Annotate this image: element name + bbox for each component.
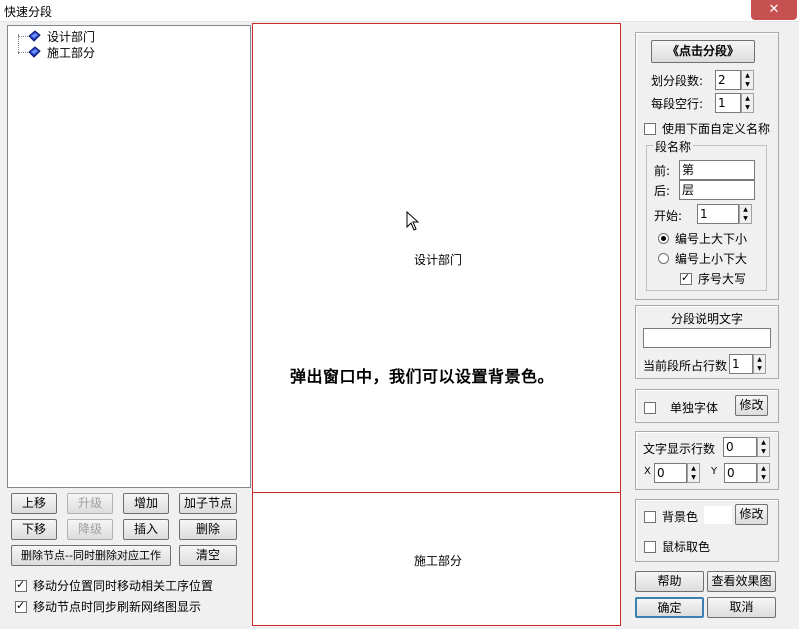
promote-button[interactable]: 升级 bbox=[67, 493, 113, 514]
rows-input[interactable]: 1 bbox=[729, 354, 753, 374]
checkbox-box[interactable] bbox=[644, 122, 656, 135]
checkbox-box[interactable] bbox=[15, 599, 27, 613]
checkbox-box[interactable] bbox=[644, 510, 656, 523]
demote-button[interactable]: 降级 bbox=[67, 519, 113, 540]
tree-node-label: 施工部分 bbox=[47, 45, 96, 60]
description-title: 分段说明文字 bbox=[671, 312, 744, 326]
modify-background-button[interactable]: 修改 bbox=[735, 504, 768, 525]
y-offset-input[interactable]: 0 bbox=[724, 463, 757, 483]
caption-overlay: 弹出窗口中，我们可以设置背景色。 bbox=[290, 367, 555, 386]
clear-button[interactable]: 清空 bbox=[179, 545, 237, 566]
prefix-input[interactable]: 第 bbox=[679, 160, 755, 180]
text-rows-spinner[interactable]: ▲ ▼ bbox=[757, 437, 770, 457]
x-offset-input[interactable]: 0 bbox=[654, 463, 687, 483]
refresh-sync-checkbox[interactable]: 移动节点时同步刷新网络图显示 bbox=[15, 598, 201, 615]
checkbox-label: 移动分位置同时移动相关工序位置 bbox=[33, 579, 214, 593]
tree-node-design[interactable]: 设计部门 bbox=[28, 28, 95, 44]
checkbox-label: 背景色 bbox=[662, 510, 699, 524]
modify-font-button[interactable]: 修改 bbox=[735, 395, 768, 416]
title-bar: 快速分段 ✕ bbox=[0, 0, 799, 22]
radio-label: 编号上大下小 bbox=[675, 232, 748, 246]
move-up-button[interactable]: 上移 bbox=[11, 493, 57, 514]
suffix-input[interactable]: 层 bbox=[679, 180, 755, 200]
tree-node-construction[interactable]: 施工部分 bbox=[28, 44, 95, 60]
delete-button[interactable]: 删除 bbox=[179, 519, 237, 540]
suffix-label: 后: bbox=[654, 184, 671, 198]
y-label: Y bbox=[711, 466, 718, 477]
blank-rows-label: 每段空行: bbox=[651, 97, 704, 111]
start-label: 开始: bbox=[654, 209, 683, 223]
start-spinner[interactable]: ▲ ▼ bbox=[739, 204, 752, 224]
numbering-top-small-radio[interactable]: 编号上小下大 bbox=[658, 250, 747, 267]
mouse-cursor-icon bbox=[406, 210, 420, 234]
close-button[interactable]: ✕ bbox=[751, 0, 797, 20]
checkbox-box[interactable] bbox=[644, 540, 656, 553]
insert-button[interactable]: 插入 bbox=[123, 519, 169, 540]
background-color-checkbox[interactable]: 背景色 bbox=[644, 508, 698, 525]
rows-label: 当前段所占行数 bbox=[643, 359, 728, 373]
window-title: 快速分段 bbox=[4, 5, 53, 19]
add-child-button[interactable]: 加子节点 bbox=[179, 493, 237, 514]
x-offset-spinner[interactable]: ▲ ▼ bbox=[687, 463, 700, 483]
book-icon bbox=[28, 30, 41, 42]
seg-count-spinner[interactable]: ▲ ▼ bbox=[741, 70, 754, 90]
start-input[interactable]: 1 bbox=[697, 204, 739, 224]
checkbox-box[interactable] bbox=[680, 271, 692, 285]
text-rows-label: 文字显示行数 bbox=[643, 442, 716, 456]
segment2-label: 施工部分 bbox=[414, 554, 463, 568]
checkbox-label: 鼠标取色 bbox=[662, 540, 711, 554]
blank-rows-input[interactable]: 1 bbox=[715, 93, 741, 113]
checkbox-label: 移动节点时同步刷新网络图显示 bbox=[33, 600, 202, 614]
y-offset-spinner[interactable]: ▲ ▼ bbox=[757, 463, 770, 483]
mouse-pick-color-checkbox[interactable]: 鼠标取色 bbox=[644, 538, 710, 555]
ok-button[interactable]: 确定 bbox=[635, 597, 704, 618]
cancel-button[interactable]: 取消 bbox=[707, 597, 776, 618]
use-custom-name-checkbox[interactable]: 使用下面自定义名称 bbox=[644, 120, 770, 137]
move-sync-checkbox[interactable]: 移动分位置同时移动相关工序位置 bbox=[15, 577, 213, 594]
separate-font-checkbox[interactable]: 单独字体 bbox=[644, 399, 718, 416]
book-icon bbox=[28, 46, 41, 58]
tree-connector bbox=[18, 34, 19, 54]
background-color-swatch[interactable] bbox=[704, 506, 732, 524]
segment1-label: 设计部门 bbox=[414, 253, 463, 267]
segment-tree[interactable]: 设计部门 施工部分 bbox=[7, 25, 251, 488]
rows-spinner[interactable]: ▲ ▼ bbox=[753, 354, 766, 374]
x-label: X bbox=[644, 466, 651, 477]
preview-button[interactable]: 查看效果图 bbox=[707, 571, 776, 592]
numbering-top-big-radio[interactable]: 编号上大下小 bbox=[658, 230, 747, 247]
group-legend: 段名称 bbox=[653, 138, 694, 155]
add-button[interactable]: 增加 bbox=[123, 493, 169, 514]
tree-node-label: 设计部门 bbox=[47, 29, 96, 44]
checkbox-box[interactable] bbox=[644, 401, 656, 414]
checkbox-box[interactable] bbox=[15, 578, 27, 592]
tree-connector bbox=[18, 52, 28, 53]
seg-count-input[interactable]: 2 bbox=[715, 70, 741, 90]
description-input[interactable] bbox=[643, 328, 771, 348]
help-button[interactable]: 帮助 bbox=[635, 571, 704, 592]
delete-node-sync-button[interactable]: 删除节点--同时删除对应工作 bbox=[11, 545, 171, 566]
move-down-button[interactable]: 下移 bbox=[11, 519, 57, 540]
text-rows-input[interactable]: 0 bbox=[723, 437, 757, 457]
blank-rows-spinner[interactable]: ▲ ▼ bbox=[741, 93, 754, 113]
split-segments-button[interactable]: 《点击分段》 bbox=[651, 40, 755, 63]
radio-dot[interactable] bbox=[658, 253, 669, 264]
checkbox-label: 使用下面自定义名称 bbox=[662, 122, 771, 136]
radio-label: 编号上小下大 bbox=[675, 252, 748, 266]
uppercase-number-checkbox[interactable]: 序号大写 bbox=[680, 270, 746, 287]
radio-dot[interactable] bbox=[658, 233, 669, 244]
checkbox-label: 单独字体 bbox=[670, 401, 719, 415]
prefix-label: 前: bbox=[654, 164, 671, 178]
checkbox-label: 序号大写 bbox=[698, 272, 747, 286]
tree-connector bbox=[18, 36, 28, 37]
seg-count-label: 划分段数: bbox=[651, 74, 704, 88]
